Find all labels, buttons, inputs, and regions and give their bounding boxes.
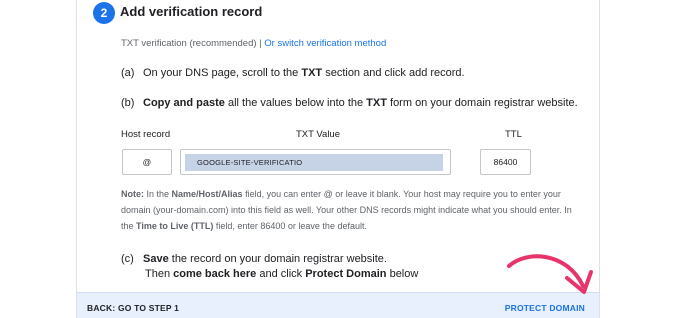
current-method-label: TXT verification (recommended) (121, 38, 257, 49)
txt-value-text: GOOGLE-SITE-VERIFICATIO (197, 157, 303, 167)
instruction-c-text: the record on your domain registrar webs… (168, 253, 387, 265)
dns-note: Note: In the Name/Host/Alias field, you … (121, 186, 575, 234)
back-to-step-1-button[interactable]: BACK: GO TO STEP 1 (87, 303, 179, 313)
instruction-a: (a) On your DNS page, scroll to the TXT s… (121, 67, 465, 79)
instruction-c2-bold-protect: Protect Domain (305, 268, 387, 280)
verification-method-line: TXT verification (recommended) | Or swit… (121, 38, 386, 49)
host-record-field[interactable]: @ (122, 149, 172, 175)
note-bold-ttl: Time to Live (TTL) (136, 221, 214, 231)
step-title: Add verification record (120, 4, 263, 19)
ttl-header: TTL (505, 129, 522, 140)
txt-value-header: TXT Value (296, 129, 341, 140)
instruction-c-line-2: Then come back here and click Protect Do… (145, 268, 418, 280)
instruction-a-text: On your DNS page, scroll to the (143, 67, 302, 79)
step-number-badge: 2 (93, 2, 115, 24)
host-record-header: Host record (121, 129, 171, 140)
txt-value-selection: GOOGLE-SITE-VERIFICATIO (185, 153, 443, 171)
instruction-a-letter: (a) (121, 67, 135, 79)
instruction-c-bold: Save (143, 253, 169, 265)
instruction-b-bold: Copy and paste (143, 97, 225, 109)
instruction-c2-bold-back: come back here (173, 268, 257, 280)
note-bold-host: Name/Host/Alias (171, 189, 243, 199)
ttl-field[interactable]: 86400 (480, 149, 531, 175)
instruction-c2-text-end: below (386, 268, 419, 280)
instruction-b: (b) Copy and paste all the values below i… (121, 97, 578, 109)
instruction-c2-text-mid: and click (256, 268, 306, 280)
annotation-arrow-icon (507, 254, 593, 294)
note-text-1: In the (144, 189, 172, 199)
instruction-b-text-end: form on your domain registrar website. (386, 97, 578, 109)
instruction-c: (c) Save the record on your domain regist… (121, 253, 387, 265)
note-label: Note: (121, 189, 144, 199)
note-text-3: field, enter 86400 or leave the default. (213, 221, 367, 231)
host-record-value: @ (142, 157, 152, 167)
txt-value-field[interactable]: GOOGLE-SITE-VERIFICATIO (180, 149, 451, 175)
instruction-b-bold-txt: TXT (366, 97, 387, 109)
verification-panel: 2 Add verification record TXT verificati… (76, 0, 600, 318)
instruction-b-text: all the values below into the (224, 97, 367, 109)
instruction-b-letter: (b) (121, 97, 135, 109)
ttl-value: 86400 (493, 157, 518, 167)
method-separator: | (259, 38, 262, 49)
instruction-c2-text: Then (145, 268, 174, 280)
switch-method-link[interactable]: Or switch verification method (264, 38, 386, 49)
instruction-a-text-end: section and click add record. (322, 67, 465, 79)
instruction-a-bold: TXT (301, 67, 323, 79)
instruction-c-letter: (c) (121, 253, 134, 265)
